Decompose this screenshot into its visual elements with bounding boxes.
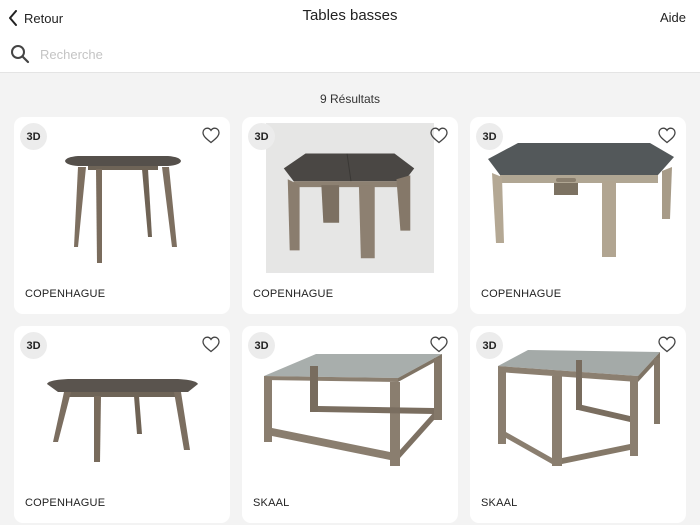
search-input[interactable] (40, 44, 680, 64)
product-grid: 3D COPENHAGUE 3D COPENHAGUE 3D COPENHAGU… (14, 117, 686, 523)
product-name: COPENHAGUE (481, 288, 562, 300)
table-copenhague-low-icon (47, 379, 198, 462)
product-card[interactable]: 3D SKAAL (470, 326, 686, 523)
heart-icon[interactable] (202, 127, 220, 144)
product-card[interactable]: 3D COPENHAGUE (242, 117, 458, 314)
3d-badge[interactable]: 3D (476, 123, 503, 150)
table-copenhague-wide-icon (488, 143, 674, 257)
search-icon (11, 45, 30, 64)
3d-badge[interactable]: 3D (20, 332, 47, 359)
results-count: 9 Résultats (319, 92, 381, 106)
top-bar: Retour Tables basses Aide (0, 0, 700, 36)
product-name: SKAAL (481, 497, 518, 509)
3d-badge[interactable]: 3D (20, 123, 47, 150)
help-button[interactable]: Aide (660, 10, 686, 25)
product-name: COPENHAGUE (253, 288, 334, 300)
heart-icon[interactable] (202, 336, 220, 353)
3d-badge[interactable]: 3D (248, 332, 275, 359)
page-title: Tables basses (302, 7, 398, 24)
heart-icon[interactable] (430, 336, 448, 353)
search-bar (0, 36, 700, 73)
table-skaal-square-icon (498, 350, 660, 466)
heart-icon[interactable] (658, 336, 676, 353)
table-skaal-rectangular-icon (264, 354, 442, 466)
product-card[interactable]: 3D COPENHAGUE (14, 326, 230, 523)
product-name: SKAAL (253, 497, 290, 509)
heart-icon[interactable] (658, 127, 676, 144)
product-card[interactable]: 3D COPENHAGUE (14, 117, 230, 314)
product-card[interactable]: 3D COPENHAGUE (470, 117, 686, 314)
3d-badge[interactable]: 3D (248, 123, 275, 150)
heart-icon[interactable] (430, 127, 448, 144)
product-name: COPENHAGUE (25, 288, 106, 300)
table-copenhague-photo-icon (266, 123, 434, 273)
product-name: COPENHAGUE (25, 497, 106, 509)
3d-badge[interactable]: 3D (476, 332, 503, 359)
table-copenhague-tall-icon (65, 156, 181, 263)
product-card[interactable]: 3D SKAAL (242, 326, 458, 523)
